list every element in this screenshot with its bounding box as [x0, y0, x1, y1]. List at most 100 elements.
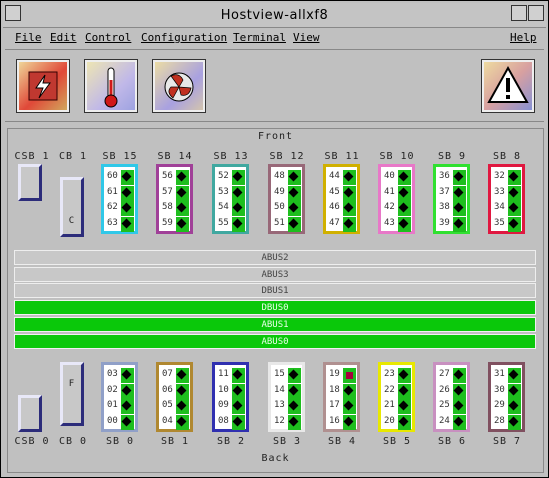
- cpu-slot[interactable]: 51: [274, 216, 301, 232]
- cpu-slot[interactable]: 32: [494, 170, 521, 185]
- cpu-slot[interactable]: 21: [384, 399, 411, 414]
- cpu-slot[interactable]: 04: [162, 414, 189, 430]
- back-board-0[interactable]: 03 02 01 00: [101, 362, 138, 432]
- bus-bar-abus1[interactable]: ABUS1: [14, 316, 536, 332]
- cpu-slot[interactable]: 55: [218, 216, 245, 232]
- menu-configuration[interactable]: Configuration: [141, 31, 227, 44]
- cpu-slot[interactable]: 25: [439, 399, 466, 414]
- cpu-slot[interactable]: 03: [107, 368, 134, 383]
- front-cb-button[interactable]: C: [60, 177, 84, 237]
- front-board-5[interactable]: 40 41 42 43: [378, 164, 415, 234]
- cpu-slot[interactable]: 14: [274, 383, 301, 399]
- cpu-slot[interactable]: 53: [218, 185, 245, 201]
- bus-bar-dbus0[interactable]: DBUS0: [14, 300, 536, 316]
- minimize-icon[interactable]: [511, 5, 527, 21]
- warning-icon[interactable]: [481, 59, 535, 113]
- cpu-slot[interactable]: 00: [107, 414, 134, 430]
- cpu-slot[interactable]: 45: [329, 185, 356, 201]
- cpu-slot[interactable]: 63: [107, 216, 134, 232]
- cpu-slot[interactable]: 24: [439, 414, 466, 430]
- cpu-slot[interactable]: 41: [384, 185, 411, 201]
- cpu-slot[interactable]: 35: [494, 216, 521, 232]
- cpu-slot[interactable]: 20: [384, 414, 411, 430]
- cpu-slot[interactable]: 19: [329, 368, 356, 383]
- cpu-slot[interactable]: 43: [384, 216, 411, 232]
- title-bar[interactable]: Hostview-allxf8: [3, 3, 546, 28]
- thermometer-icon[interactable]: [84, 59, 138, 113]
- cpu-slot[interactable]: 16: [329, 414, 356, 430]
- cpu-slot[interactable]: 27: [439, 368, 466, 383]
- cpu-slot[interactable]: 12: [274, 414, 301, 430]
- cpu-slot[interactable]: 58: [162, 201, 189, 216]
- front-board-4[interactable]: 44 45 46 47: [323, 164, 360, 234]
- cpu-slot[interactable]: 59: [162, 216, 189, 232]
- menu-help[interactable]: Help: [510, 31, 537, 44]
- cpu-slot[interactable]: 17: [329, 399, 356, 414]
- back-board-7[interactable]: 31 30 29 28: [488, 362, 525, 432]
- cpu-slot[interactable]: 37: [439, 185, 466, 201]
- cpu-slot[interactable]: 09: [218, 399, 245, 414]
- bus-bar-abus0[interactable]: ABUS0: [14, 333, 536, 349]
- cpu-slot[interactable]: 07: [162, 368, 189, 383]
- cpu-slot[interactable]: 18: [329, 383, 356, 399]
- back-board-3[interactable]: 15 14 13 12: [268, 362, 305, 432]
- cpu-slot[interactable]: 02: [107, 383, 134, 399]
- cpu-slot[interactable]: 40: [384, 170, 411, 185]
- back-cb-button[interactable]: F: [60, 362, 84, 426]
- cpu-slot[interactable]: 34: [494, 201, 521, 216]
- cpu-slot[interactable]: 46: [329, 201, 356, 216]
- back-board-2[interactable]: 11 10 09 08: [212, 362, 249, 432]
- cpu-slot[interactable]: 22: [384, 383, 411, 399]
- cpu-slot[interactable]: 06: [162, 383, 189, 399]
- front-board-1[interactable]: 56 57 58 59: [156, 164, 193, 234]
- cpu-slot[interactable]: 61: [107, 185, 134, 201]
- cpu-slot[interactable]: 10: [218, 383, 245, 399]
- front-board-7[interactable]: 32 33 34 35: [488, 164, 525, 234]
- front-board-6[interactable]: 36 37 38 39: [433, 164, 470, 234]
- back-board-1[interactable]: 07 06 05 04: [156, 362, 193, 432]
- cpu-slot[interactable]: 62: [107, 201, 134, 216]
- front-board-0[interactable]: 60 61 62 63: [101, 164, 138, 234]
- menu-edit[interactable]: Edit: [50, 31, 77, 44]
- cpu-slot[interactable]: 30: [494, 383, 521, 399]
- cpu-slot[interactable]: 49: [274, 185, 301, 201]
- maximize-icon[interactable]: [528, 5, 544, 21]
- cpu-slot[interactable]: 28: [494, 414, 521, 430]
- cpu-slot[interactable]: 60: [107, 170, 134, 185]
- cpu-slot[interactable]: 33: [494, 185, 521, 201]
- back-board-5[interactable]: 23 22 21 20: [378, 362, 415, 432]
- bus-bar-dbus1[interactable]: DBUS1: [14, 283, 536, 299]
- cpu-slot[interactable]: 13: [274, 399, 301, 414]
- cpu-slot[interactable]: 23: [384, 368, 411, 383]
- cpu-slot[interactable]: 15: [274, 368, 301, 383]
- cpu-slot[interactable]: 31: [494, 368, 521, 383]
- cpu-slot[interactable]: 29: [494, 399, 521, 414]
- cpu-slot[interactable]: 38: [439, 201, 466, 216]
- cpu-slot[interactable]: 47: [329, 216, 356, 232]
- front-board-3[interactable]: 48 49 50 51: [268, 164, 305, 234]
- cpu-slot[interactable]: 54: [218, 201, 245, 216]
- cpu-slot[interactable]: 39: [439, 216, 466, 232]
- cpu-slot[interactable]: 52: [218, 170, 245, 185]
- cpu-slot[interactable]: 26: [439, 383, 466, 399]
- menu-control[interactable]: Control: [85, 31, 131, 44]
- cpu-slot[interactable]: 05: [162, 399, 189, 414]
- front-csb-button[interactable]: [18, 164, 42, 201]
- fan-icon[interactable]: [152, 59, 206, 113]
- menu-view[interactable]: View: [293, 31, 320, 44]
- cpu-slot[interactable]: 08: [218, 414, 245, 430]
- cpu-slot[interactable]: 11: [218, 368, 245, 383]
- bus-bar-abus2[interactable]: ABUS2: [14, 250, 536, 265]
- back-board-4[interactable]: 19 18 17 16: [323, 362, 360, 432]
- back-csb-button[interactable]: [18, 395, 42, 432]
- cpu-slot[interactable]: 48: [274, 170, 301, 185]
- menu-terminal[interactable]: Terminal: [233, 31, 286, 44]
- back-board-6[interactable]: 27 26 25 24: [433, 362, 470, 432]
- cpu-slot[interactable]: 01: [107, 399, 134, 414]
- power-icon[interactable]: [16, 59, 70, 113]
- menu-file[interactable]: File: [15, 31, 42, 44]
- cpu-slot[interactable]: 44: [329, 170, 356, 185]
- cpu-slot[interactable]: 36: [439, 170, 466, 185]
- cpu-slot[interactable]: 56: [162, 170, 189, 185]
- cpu-slot[interactable]: 42: [384, 201, 411, 216]
